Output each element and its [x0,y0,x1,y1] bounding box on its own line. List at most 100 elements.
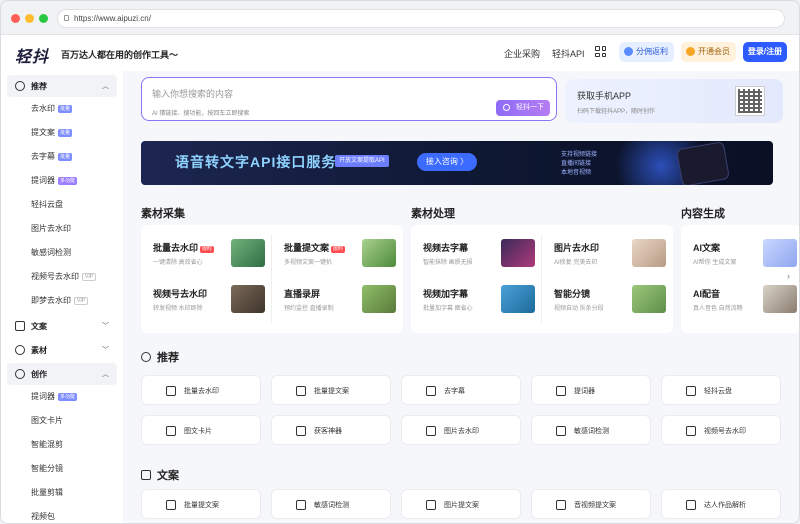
search-button[interactable]: 轻抖一下 [496,100,550,116]
sidebar-item-label: 智能混剪 [31,440,63,449]
address-bar[interactable]: https://www.aipuzi.cn/ [57,9,785,28]
sidebar-item[interactable]: 批量剪辑 [1,481,123,505]
chevron-up-icon[interactable]: ︿ [102,369,109,379]
tool-button[interactable]: 敏感词检测 [271,489,391,519]
app-download-card[interactable]: 获取手机APP 扫码下载轻抖APP，随时创作 [565,79,783,123]
sidebar-group[interactable]: 文案 ﹀ [7,315,117,337]
banner-side-text: 支持视频链接 直播间链接 本地音视频 [561,152,598,176]
sidebar-item[interactable]: 图片去水印 [1,217,123,241]
tool-button[interactable]: 敏感词检测 [531,415,651,445]
feature-card[interactable]: AI配音 真人音色 自然流畅 [693,281,799,325]
sidebar-item[interactable]: 智能混剪 [1,433,123,457]
sidebar-group-label: 创作 [31,370,47,379]
tool-button[interactable]: 视频号去水印 [661,415,781,445]
category-card-collect: 批量去水印 限时 一键清除 高效省心 批量提文案 限时 多视频文案一键扒 视频号去水印 转发视… [141,225,403,333]
chevron-down-icon[interactable]: ﹀ [102,345,109,355]
tool-label: 视频号去水印 [704,428,746,435]
tool-label: 获客神器 [314,428,342,435]
tool-button[interactable]: 去字幕 [401,375,521,405]
sidebar-item[interactable]: 图文卡片 [1,409,123,433]
nav-api[interactable]: 轻抖API [552,47,585,60]
tool-button[interactable]: 批量提文案 [271,375,391,405]
feature-thumbnail [362,285,396,313]
feature-card[interactable]: 批量去水印 限时 一键清除 高效省心 [153,235,273,279]
tool-button[interactable]: 图片去水印 [401,415,521,445]
tool-button[interactable]: 批量去水印 [141,375,261,405]
sidebar-item[interactable]: 即梦去水印 VIP [1,289,123,313]
tool-button[interactable]: 提词器 [531,375,651,405]
maximize-window-button[interactable] [39,14,48,23]
chevron-right-icon[interactable]: › [787,271,790,281]
feature-card[interactable]: 视频去字幕 智能抹除 画质无损 [423,235,543,279]
tool-button[interactable]: 图文卡片 [141,415,261,445]
feature-card[interactable]: 批量提文案 限时 多视频文案一键扒 [284,235,404,279]
chevron-down-icon[interactable]: ﹀ [102,321,109,331]
feature-name: 批量去水印 限时 [153,243,215,253]
feature-card[interactable]: 直播录屏 预约监控 直播录制 [284,281,404,325]
invite-button[interactable]: 分佣返利 [619,42,674,62]
sidebar-item-label: 即梦去水印 [31,296,71,305]
recommend-title: 推荐 [141,349,179,365]
feature-thumbnail [231,285,265,313]
apps-grid-icon[interactable] [595,46,606,57]
tool-label: 批量提文案 [184,502,219,509]
logo[interactable]: 轻抖 [15,43,49,67]
sidebar-group-label: 文案 [31,322,47,331]
banner-consult-button[interactable]: 接入咨询 〉 [417,153,477,171]
sidebar-item[interactable]: 去水印 批量 [1,97,123,121]
tool-button[interactable]: 图片提文案 [401,489,521,519]
feature-card[interactable]: 视频加字幕 批量加字幕 图省心 [423,281,543,325]
sidebar-item-badge: 批量 [58,129,73,137]
sidebar-item-label: 智能分镜 [31,464,63,473]
feature-card[interactable]: AI文案 AI帮你 生成文案 [693,235,799,279]
category-title-process: 素材处理 [411,205,455,223]
search-box[interactable]: 输入你想搜索的内容 AI 猜链接、搜功能，按回车立即搜索 轻抖一下 [141,77,557,121]
feature-name: 视频去字幕 [423,243,469,253]
tool-label: 达人作品解析 [704,502,746,509]
tool-label: 轻抖云盘 [704,388,732,395]
sidebar-item[interactable]: 提词器 多功能 [1,169,123,193]
feature-desc: AI修复 完美去印 [554,260,598,266]
chevron-up-icon[interactable]: ︿ [102,81,109,91]
sidebar-item-label: 提文案 [31,128,55,137]
minimize-window-button[interactable] [25,14,34,23]
close-window-button[interactable] [11,14,20,23]
feature-desc: 视频自动 拆条分段 [554,306,604,312]
recommend-icon [141,352,151,362]
sidebar-item[interactable]: 提文案 批量 [1,121,123,145]
promo-banner[interactable]: 支持视频链接 直播间链接 本地音视频 语音转文字API接口服务 开放文案提取AP… [141,141,773,185]
search-input[interactable]: 输入你想搜索的内容 [152,87,233,100]
gift-icon [624,47,633,56]
sidebar-item-badge: 批量 [58,153,73,161]
app-card-subtitle: 扫码下载轻抖APP，随时创作 [577,109,656,115]
tool-icon [556,500,566,510]
sidebar-item[interactable]: 敏感词检测 [1,241,123,265]
vip-button[interactable]: 开通会员 [681,42,736,62]
tool-button[interactable]: 批量提文案 [141,489,261,519]
sidebar-item[interactable]: 去字幕 批量 [1,145,123,169]
login-button[interactable]: 登录/注册 [743,42,787,62]
sidebar-group-label: 推荐 [31,82,47,91]
feature-card[interactable]: 智能分镜 视频自动 拆条分段 [554,281,674,325]
nav-enterprise[interactable]: 企业采购 [504,47,540,60]
sidebar-group[interactable]: 创作 ︿ [7,363,117,385]
sidebar-item[interactable]: 轻抖云盘 [1,193,123,217]
tool-icon [686,386,696,396]
feature-desc: 批量加字幕 图省心 [423,306,473,312]
sidebar-group[interactable]: 素材 ﹀ [7,339,117,361]
sidebar-item[interactable]: 视频包 [1,505,123,523]
sidebar-item[interactable]: 智能分镜 [1,457,123,481]
tool-label: 批量去水印 [184,388,219,395]
tool-button[interactable]: 获客神器 [271,415,391,445]
feature-name: 批量提文案 限时 [284,243,346,253]
feature-card[interactable]: 图片去水印 AI修复 完美去印 [554,235,674,279]
sidebar-group[interactable]: 推荐 ︿ [7,75,117,97]
tool-label: 图片去水印 [444,428,479,435]
sidebar-item[interactable]: 视频号去水印 VIP [1,265,123,289]
feature-thumbnail [362,239,396,267]
tool-button[interactable]: 轻抖云盘 [661,375,781,405]
tool-button[interactable]: 达人作品解析 [661,489,781,519]
feature-card[interactable]: 视频号去水印 转发视频 水印即除 [153,281,273,325]
tool-button[interactable]: 音视频提文案 [531,489,651,519]
sidebar-item[interactable]: 提词器 多功能 [1,385,123,409]
